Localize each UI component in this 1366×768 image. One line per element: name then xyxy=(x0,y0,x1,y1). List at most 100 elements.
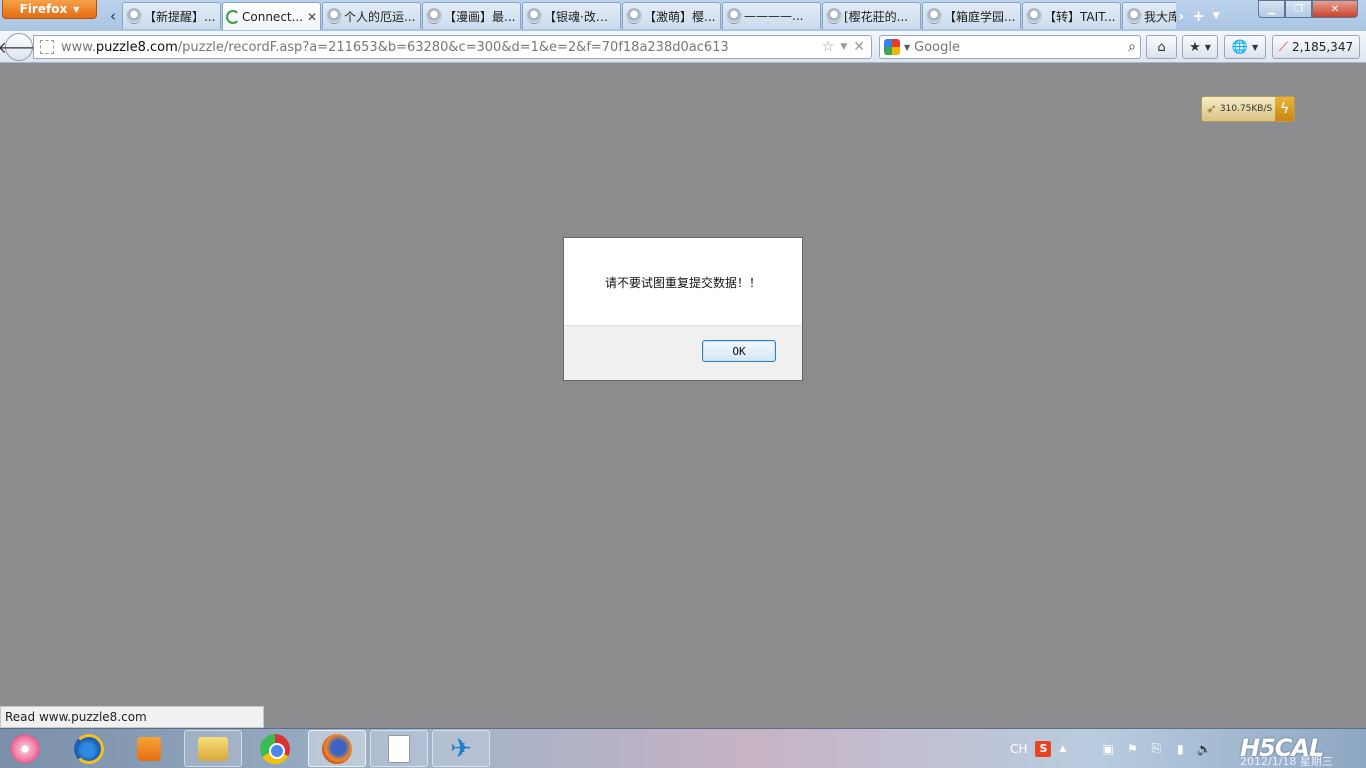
dropdown-history-icon[interactable]: ▼ xyxy=(840,39,847,55)
speed-badge[interactable]: ➶ 310.75KB/S ϟ xyxy=(1201,96,1295,122)
usb-icon[interactable]: ⎘ xyxy=(1148,741,1164,757)
avatar-favicon-icon xyxy=(1026,8,1042,24)
stop-icon[interactable]: ✕ xyxy=(853,39,865,55)
clock[interactable]: 2012/1/18 星期三 xyxy=(1240,753,1333,768)
taskbar-messenger[interactable]: ✈ xyxy=(432,730,490,767)
loading-spinner-icon xyxy=(226,10,240,24)
engine-dropdown-icon[interactable]: ▼ xyxy=(904,43,910,52)
chevron-down-icon: ▼ xyxy=(1252,42,1259,52)
chrome-icon xyxy=(260,733,290,764)
taskbar-media-player[interactable] xyxy=(120,730,178,767)
tab-bar-controls: › + ▼ xyxy=(1178,3,1220,28)
system-tray: CH S ▲ ▣ ⚑ ⎘ ▮ 🔊 xyxy=(1010,729,1212,768)
close-tab-icon[interactable]: ✕ xyxy=(307,10,317,24)
tab[interactable]: 【新提醒】... xyxy=(122,2,221,29)
tab-label: 【漫画】最... xyxy=(444,9,516,24)
scroll-tabs-right-button[interactable]: › xyxy=(1178,7,1184,25)
window-controls: ▁ ❐ ✕ xyxy=(1258,0,1358,18)
tab-label: 【银魂·改】... xyxy=(544,9,617,24)
tab-label: Connect... xyxy=(242,10,304,24)
url-bar-icons: ☆ ▼ ✕ xyxy=(822,39,871,55)
speed-value: 310.75KB/S xyxy=(1219,104,1273,114)
site-identity-icon[interactable] xyxy=(40,40,54,54)
alert-footer: OK xyxy=(564,325,802,380)
google-logo-icon[interactable] xyxy=(884,39,900,55)
avatar-favicon-icon xyxy=(926,8,942,24)
tab[interactable]: 【转】TAIT... xyxy=(1022,2,1121,29)
counter-button[interactable]: ⟋ 2,185,347 xyxy=(1272,35,1360,59)
folder-icon xyxy=(198,736,228,761)
new-tab-button[interactable]: + xyxy=(1192,7,1205,25)
tab[interactable]: 【箱庭学园... xyxy=(922,2,1021,29)
taskbar-ie[interactable] xyxy=(60,730,118,767)
flag-icon[interactable]: ⚑ xyxy=(1124,741,1140,757)
close-window-button[interactable]: ✕ xyxy=(1312,0,1358,18)
url-prefix: www. xyxy=(61,39,96,55)
home-button[interactable]: ⌂ xyxy=(1146,35,1177,59)
addon-button[interactable]: 🌐 ▼ xyxy=(1224,35,1266,59)
star-icon[interactable]: ☆ xyxy=(822,39,835,55)
tab[interactable]: 【激萌】樱... xyxy=(622,2,721,29)
tab[interactable]: 【漫画】最... xyxy=(422,2,521,29)
ime-icon[interactable]: S xyxy=(1035,740,1052,757)
url-text[interactable]: www.puzzle8.com/puzzle/recordF.asp?a=211… xyxy=(61,40,822,55)
bookmarks-menu-button[interactable]: ★ ▼ xyxy=(1182,35,1218,59)
list-all-tabs-button[interactable]: ▼ xyxy=(1213,11,1220,21)
tab[interactable]: 我大库存 xyxy=(1122,2,1176,29)
language-indicator[interactable]: CH xyxy=(1010,742,1027,756)
network-icon[interactable]: ▮ xyxy=(1172,741,1188,757)
firefox-menu-button[interactable]: Firefox ▼ xyxy=(2,0,97,19)
taskbar: ✈ CH S ▲ ▣ ⚑ ⎘ ▮ 🔊 H5CAL 2012/1/18 星期三 xyxy=(0,728,1366,768)
firefox-icon xyxy=(322,733,352,764)
page-content xyxy=(0,64,1366,728)
taskbar-document[interactable] xyxy=(370,730,428,767)
tab-label: 【转】TAIT... xyxy=(1044,9,1116,24)
taskbar-explorer[interactable] xyxy=(184,730,242,767)
navigation-bar: 🡐 www.puzzle8.com/puzzle/recordF.asp?a=2… xyxy=(0,31,1366,63)
start-button[interactable] xyxy=(5,730,45,768)
counter-value: 2,185,347 xyxy=(1292,40,1354,54)
ok-button[interactable]: OK xyxy=(702,340,776,362)
taskbar-firefox[interactable] xyxy=(308,730,366,767)
search-bar[interactable]: ▼ ⌕ xyxy=(879,35,1141,59)
avatar-favicon-icon xyxy=(826,8,842,24)
document-icon xyxy=(388,734,410,763)
bird-icon: ✈ xyxy=(450,733,472,764)
globe-icon: 🌐 xyxy=(1231,39,1249,55)
alert-message: 请不要试图重复提交数据！！ xyxy=(604,275,761,290)
chevron-down-icon: ▼ xyxy=(1204,42,1211,52)
tab[interactable]: 个人的厄运... xyxy=(322,2,421,29)
show-hidden-icons-button[interactable]: ▲ xyxy=(1059,744,1066,754)
tab-label: 我大库存 xyxy=(1144,9,1176,24)
chart-icon: ⟋ xyxy=(1278,39,1289,55)
tab[interactable]: [樱花莊的... xyxy=(822,2,921,29)
url-bar[interactable]: www.puzzle8.com/puzzle/recordF.asp?a=211… xyxy=(33,35,872,59)
tab[interactable]: ————... xyxy=(722,2,821,29)
tab-label: 个人的厄运... xyxy=(344,9,416,24)
maximize-button[interactable]: ❐ xyxy=(1285,0,1312,18)
volume-icon[interactable]: 🔊 xyxy=(1196,741,1212,757)
avatar-favicon-icon xyxy=(726,8,742,24)
home-icon: ⌂ xyxy=(1157,39,1166,55)
lightning-icon: ϟ xyxy=(1275,97,1294,121)
avatar-favicon-icon xyxy=(1126,8,1142,24)
minimize-button[interactable]: ▁ xyxy=(1258,0,1285,18)
avatar-favicon-icon xyxy=(626,8,642,24)
back-button[interactable]: 🡐 xyxy=(0,33,40,61)
scroll-tabs-left-button[interactable]: ‹ xyxy=(104,3,122,28)
search-input[interactable] xyxy=(914,39,1125,55)
tray-app-icon[interactable]: ▣ xyxy=(1100,741,1116,757)
tab-label: ————... xyxy=(744,9,804,23)
taskbar-chrome[interactable] xyxy=(246,730,304,767)
tab[interactable]: 【银魂·改】... xyxy=(522,2,621,29)
tab-label: 【激萌】樱... xyxy=(644,9,716,24)
avatar-favicon-icon xyxy=(426,8,442,24)
url-path: /puzzle/recordF.asp?a=211653&b=63280&c=3… xyxy=(177,39,729,55)
status-text: Read www.puzzle8.com xyxy=(0,706,264,728)
tab-label: [樱花莊的... xyxy=(844,9,909,24)
internet-explorer-icon xyxy=(74,733,104,764)
sakura-start-icon xyxy=(8,732,42,766)
tab[interactable]: Connect... ✕ xyxy=(222,2,321,30)
magnifier-icon[interactable]: ⌕ xyxy=(1128,39,1136,55)
tab-label: 【新提醒】... xyxy=(144,9,216,24)
